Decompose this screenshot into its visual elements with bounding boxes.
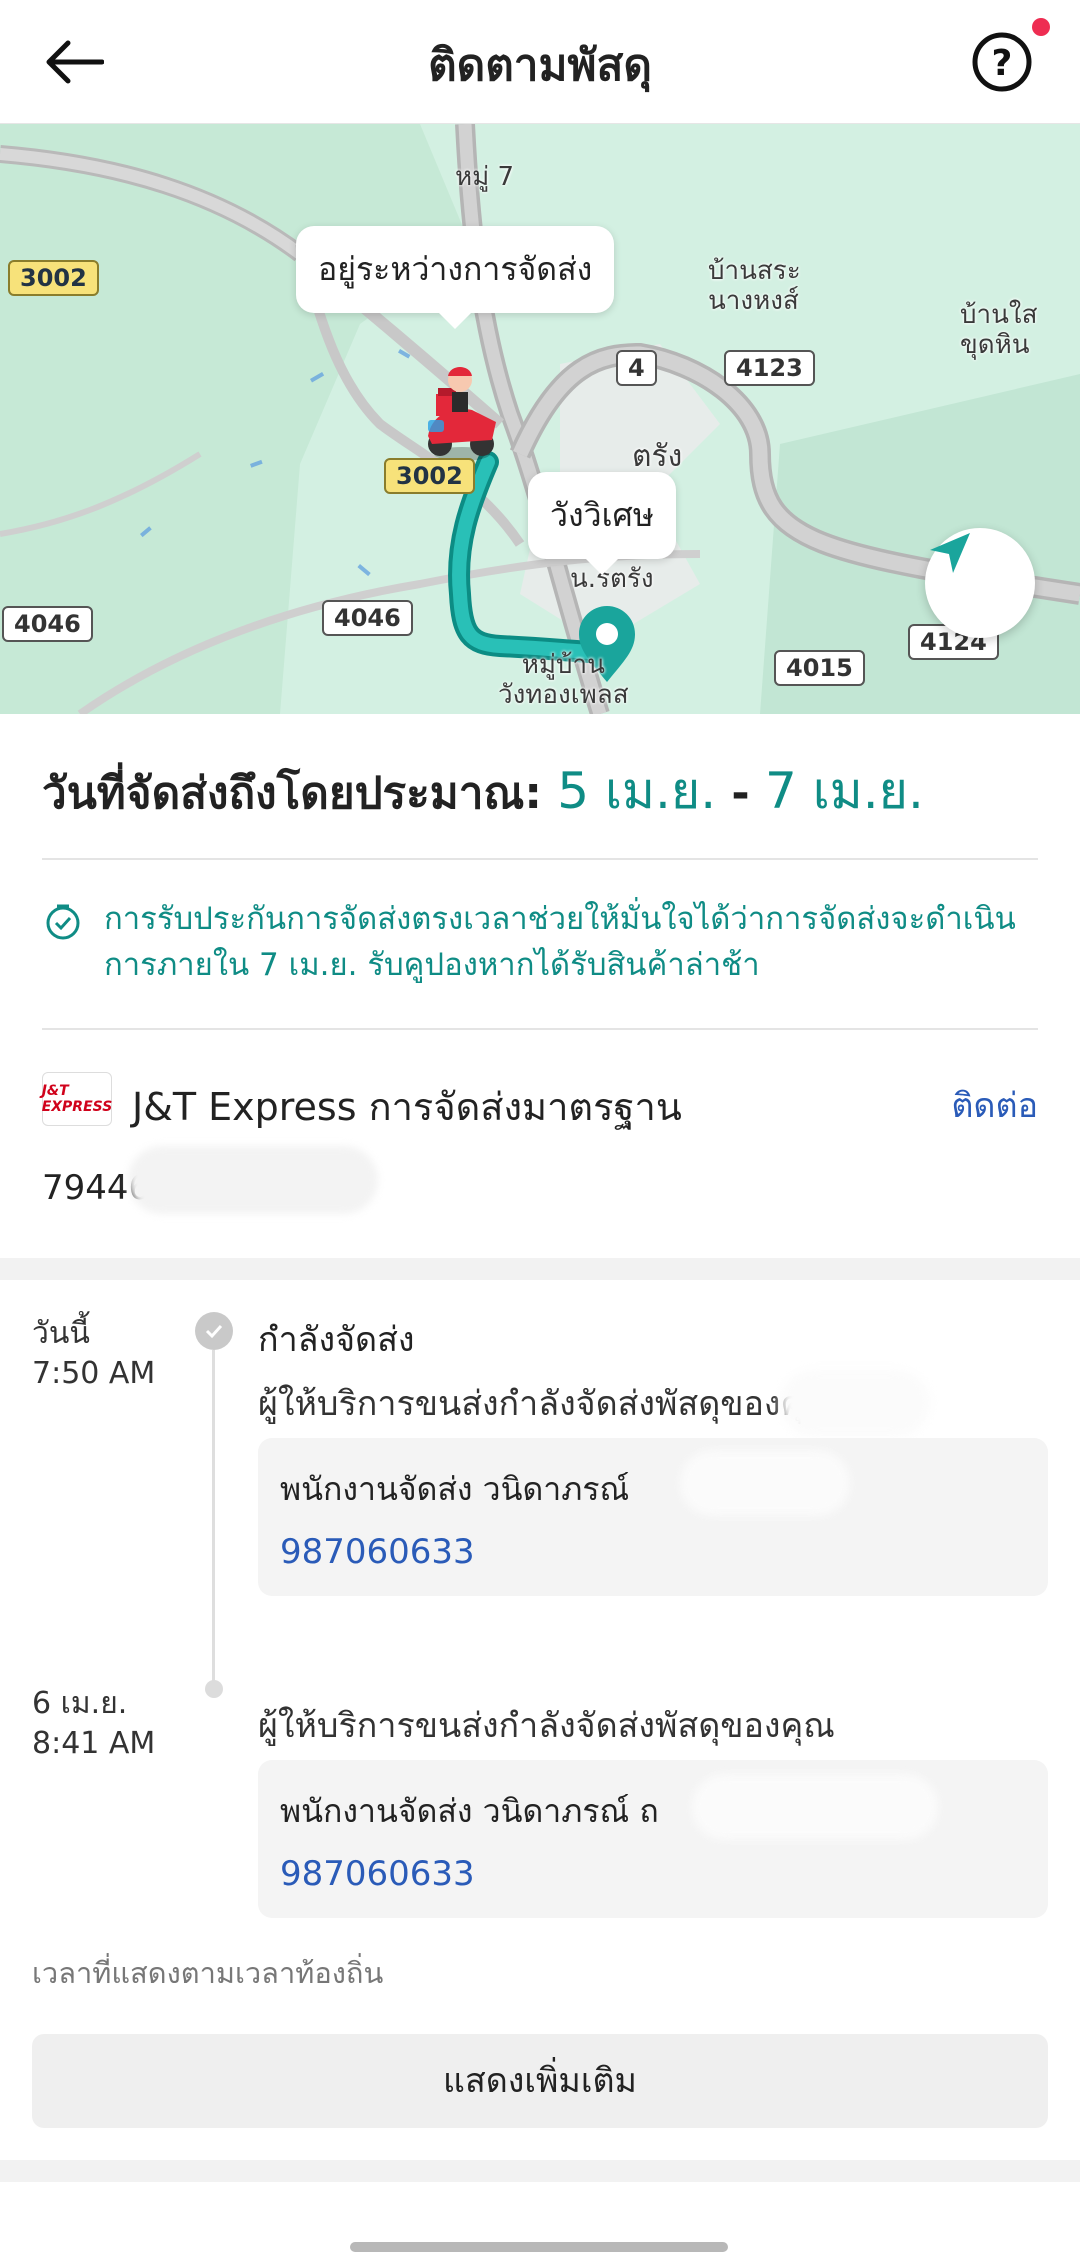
contact-link[interactable]: ติดต่อ xyxy=(951,1078,1038,1132)
courier-card: พนักงานจัดส่ง วนิดาภรณ์ ถ 987060633 xyxy=(258,1760,1048,1918)
courier-staff: พนักงานจัดส่ง วนิดาภรณ์ xyxy=(280,1470,630,1508)
event-date: 6 เม.ย. xyxy=(32,1686,128,1721)
place-label: บ้านสระ นางหงส์ xyxy=(708,256,801,316)
road-shield: 4123 xyxy=(724,350,815,386)
timeline-dot xyxy=(205,1680,223,1698)
destination-bubble: วังวิเศษ xyxy=(528,472,676,575)
estimate-label: วันที่จัดส่งถึงโดยประมาณ: xyxy=(42,768,542,819)
event-date: วันนี้ xyxy=(32,1316,90,1351)
estimate-to: 7 เม.ย. xyxy=(765,762,924,820)
event-time: 7:50 AM xyxy=(32,1356,156,1391)
help-button[interactable]: ? xyxy=(964,24,1040,100)
place-label: บ้านใส ขุดหิน xyxy=(960,300,1038,360)
redacted-area xyxy=(692,1774,938,1840)
guarantee-text: การรับประกันการจัดส่งตรงเวลาช่วยให้มั่นใ… xyxy=(104,901,1016,983)
tracking-map[interactable]: หมู่ 7 บ้านสระ นางหงส์ บ้านใส ขุดหิน ตรั… xyxy=(0,124,1080,714)
courier-phone[interactable]: 987060633 xyxy=(280,1532,475,1572)
section-gap xyxy=(0,1258,1080,1280)
divider xyxy=(42,1028,1038,1030)
estimate-sep: - xyxy=(716,768,765,819)
courier-phone[interactable]: 987060633 xyxy=(280,1854,475,1894)
redacted-area xyxy=(680,1450,850,1516)
courier-card: พนักงานจัดส่ง วนิดาภรณ์ 987060633 xyxy=(258,1438,1048,1596)
road-shield: 4046 xyxy=(2,606,93,642)
timeline-line xyxy=(212,1350,215,1690)
road-shield: 4046 xyxy=(322,600,413,636)
home-indicator[interactable] xyxy=(350,2242,728,2252)
event-description: ผู้ให้บริการขนส่งกำลังจัดส่งพัสดุของคุณ xyxy=(258,1384,835,1424)
divider xyxy=(42,858,1038,860)
status-bubble: อยู่ระหว่างการจัดส่ง xyxy=(296,226,615,329)
timer-check-icon xyxy=(46,904,80,940)
help-icon: ? xyxy=(972,32,1032,92)
courier-name: J&T Express การจัดส่งมาตรฐาน xyxy=(132,1085,682,1129)
event-datetime: 6 เม.ย. 8:41 AM xyxy=(32,1684,155,1764)
event-datetime: วันนี้ 7:50 AM xyxy=(32,1314,155,1394)
show-more-button[interactable]: แสดงเพิ่มเติม xyxy=(32,2034,1048,2128)
place-label: ตรัง xyxy=(632,439,683,474)
event-time: 8:41 AM xyxy=(32,1726,156,1761)
event-description: ผู้ให้บริการขนส่งกำลังจัดส่งพัสดุของคุณ xyxy=(258,1706,835,1746)
svg-text:?: ? xyxy=(992,43,1013,84)
local-time-note: เวลาที่แสดงตามเวลาท้องถิ่น xyxy=(32,1956,384,1990)
road-shield: 4015 xyxy=(774,650,865,686)
navigation-arrow-icon xyxy=(930,533,970,573)
place-label: หมู่บ้าน วังทองเพลส xyxy=(498,650,629,710)
road-shield: 3002 xyxy=(8,260,99,296)
road-shield: 3002 xyxy=(384,458,475,494)
redacted-area xyxy=(780,1370,930,1436)
courier-logo: J&T EXPRESS xyxy=(42,1072,112,1126)
section-gap xyxy=(0,2160,1080,2182)
place-label: หมู่ 7 xyxy=(455,162,515,192)
courier-staff: พนักงานจัดส่ง วนิดาภรณ์ ถ xyxy=(280,1792,659,1830)
delivery-estimate: วันที่จัดส่งถึงโดยประมาณ: 5 เม.ย. - 7 เม… xyxy=(42,752,924,831)
locate-button[interactable] xyxy=(925,528,1035,638)
redacted-area xyxy=(128,1146,378,1214)
app-header: ติดตามพัสดุ ? xyxy=(0,0,1080,124)
estimate-from: 5 เม.ย. xyxy=(557,762,717,820)
notification-dot xyxy=(1032,18,1050,36)
road-shield: 4 xyxy=(616,350,657,386)
event-status: กำลังจัดส่ง xyxy=(258,1320,415,1360)
courier-row: J&T EXPRESS J&T Express การจัดส่งมาตรฐาน… xyxy=(42,1072,1038,1129)
on-time-guarantee[interactable]: การรับประกันการจัดส่งตรงเวลาช่วยให้มั่นใ… xyxy=(42,896,1032,988)
page-title: ติดตามพัสดุ xyxy=(428,40,652,91)
check-circle-icon xyxy=(195,1312,233,1350)
